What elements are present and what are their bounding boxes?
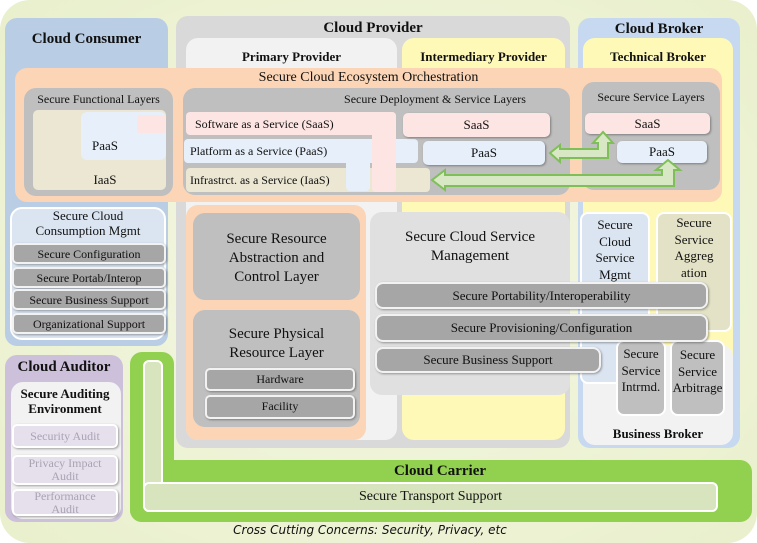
cross-cutting-concerns: Cross Cutting Concerns: Security, Privac… — [233, 523, 507, 537]
iaas-to-paas-arrow — [430, 158, 683, 193]
physical-resource-label: Secure Physical Resource Layer — [228, 326, 325, 361]
resource-abstraction-label: Secure Resource Abstraction and Control … — [226, 231, 327, 285]
paas-to-saas-arrow — [548, 130, 616, 165]
performance-audit: Performance Audit — [12, 489, 118, 516]
cloud-auditor-title: Cloud Auditor — [17, 359, 111, 375]
secure-transport-support-label: Secure Transport Support — [358, 489, 503, 504]
secure-provisioning-configuration: Secure Provisioning/Configuration — [375, 314, 708, 342]
service-arbitrage-label: Secure Service Arbitrage — [672, 347, 723, 395]
cloud-service-management-title: Secure Cloud Service Management — [405, 229, 535, 264]
auditing-environment-title: Secure Auditing Environment — [20, 386, 110, 416]
privacy-impact-audit: Privacy Impact Audit — [12, 455, 118, 485]
organizational-support: Organizational Support — [12, 313, 166, 334]
secure-portability-interoperability: Secure Portability/Interoperability — [375, 282, 708, 309]
cloud-carrier-title: Cloud Carrier — [393, 463, 487, 479]
facility: Facility — [205, 395, 355, 419]
service-intermediation-label: Secure Service Intrmd. — [621, 346, 661, 394]
secure-business-support: Secure Business Support — [375, 347, 601, 373]
security-audit: Security Audit — [12, 424, 118, 448]
secure-configuration: Secure Configuration — [12, 243, 166, 264]
secure-business-support-consumer: Secure Business Support — [12, 289, 166, 310]
hardware: Hardware — [205, 368, 355, 391]
service-aggregation-label: Secure Service Aggreg ation — [674, 215, 714, 280]
broker-service-mgmt-label: Secure Cloud Service Mgmt — [595, 217, 635, 282]
secure-portab-interop: Secure Portab/Interop — [12, 267, 166, 288]
consumption-mgmt-title: Secure Cloud Consumption Mgmt — [35, 208, 141, 238]
